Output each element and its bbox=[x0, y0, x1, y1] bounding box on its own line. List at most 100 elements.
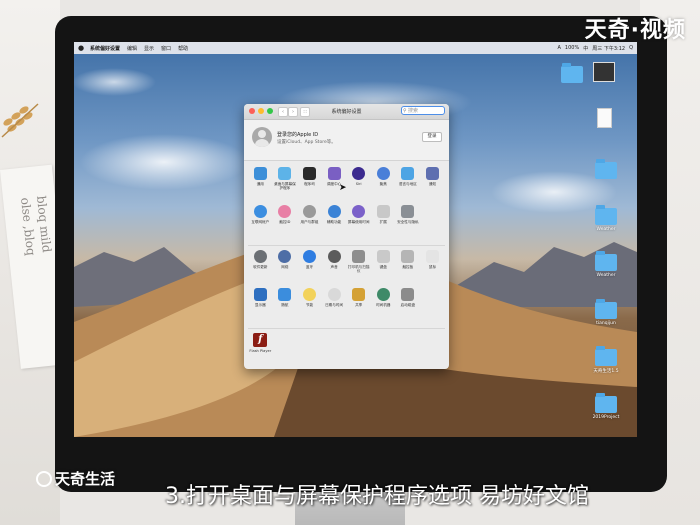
subtitle-caption: 3.打开桌面与屏幕保护程序选项 易坊好文馆 bbox=[165, 484, 589, 509]
desktop-folder-weather[interactable]: Weather bbox=[586, 205, 626, 232]
folder-icon bbox=[595, 393, 617, 413]
menu-bar: ● 系统偏好设置 编辑 显示 窗口 帮助 A 100% 中 周三 下午3:12 … bbox=[74, 42, 637, 54]
status-input-source[interactable]: A bbox=[558, 45, 561, 51]
pane-3-2[interactable]: 节能 bbox=[297, 288, 322, 326]
pane-icon bbox=[302, 288, 316, 301]
pane-1-1[interactable]: 触控ID bbox=[273, 205, 298, 243]
pane-label: 共享 bbox=[355, 303, 363, 307]
pane-icon bbox=[278, 167, 292, 180]
menu-window[interactable]: 窗口 bbox=[161, 45, 171, 52]
pane-label: 触控ID bbox=[279, 220, 291, 224]
pane-icon bbox=[278, 288, 292, 301]
pane-0-5[interactable]: 聚焦 bbox=[371, 167, 396, 205]
pane-0-0[interactable]: 通用 bbox=[248, 167, 273, 205]
search-field[interactable]: ⚲ 搜索 bbox=[401, 106, 445, 115]
desktop-folder-label: Weather bbox=[596, 227, 616, 232]
pane-label: 随航 bbox=[281, 303, 289, 307]
wheat-decoration-icon bbox=[1, 103, 39, 138]
avatar[interactable] bbox=[252, 127, 272, 147]
pane-label: 辅助功能 bbox=[326, 220, 342, 224]
pane-icon bbox=[425, 250, 439, 263]
desktop-text-file[interactable] bbox=[584, 108, 624, 128]
pane-label: 蓝牙 bbox=[305, 265, 314, 269]
screenshot-thumbnail-icon bbox=[593, 62, 615, 82]
apple-menu-icon[interactable]: ● bbox=[78, 44, 84, 52]
pane-0-4[interactable]: Siri bbox=[346, 167, 371, 205]
pane-2-7[interactable]: 鼠标 bbox=[420, 250, 445, 288]
status-battery[interactable]: 100% bbox=[565, 45, 579, 51]
pane-1-2[interactable]: 用户与群组 bbox=[297, 205, 322, 243]
pane-2-2[interactable]: 蓝牙 bbox=[297, 250, 322, 288]
pane-2-1[interactable]: 网络 bbox=[273, 250, 298, 288]
system-preferences-window: ‹ › ∷ 系统偏好设置 ⚲ 搜索 登录您的Apple ID 设置iCloud、… bbox=[244, 104, 449, 369]
pane-1-4[interactable]: 屏幕使用时间 bbox=[346, 205, 371, 243]
desktop-screenshot[interactable] bbox=[584, 62, 624, 82]
pane-1-6[interactable]: 安全性与隐私 bbox=[396, 205, 421, 243]
pane-3-4[interactable]: 共享 bbox=[346, 288, 371, 326]
pane-3-1[interactable]: 随航 bbox=[273, 288, 298, 326]
login-button[interactable]: 登录 bbox=[422, 132, 442, 142]
pane-label: 日期与时间 bbox=[325, 303, 344, 307]
pane-label: 桌面与屏幕保护程序 bbox=[274, 182, 296, 191]
pane-icon bbox=[352, 167, 366, 180]
menu-edit[interactable]: 编辑 bbox=[127, 45, 137, 52]
pane-1-3[interactable]: 辅助功能 bbox=[322, 205, 347, 243]
apple-id-title: 登录您的Apple ID bbox=[277, 132, 319, 138]
channel-logo: 天奇生活 bbox=[36, 468, 115, 489]
pane-icon bbox=[278, 205, 292, 218]
pane-0-1[interactable]: 桌面与屏幕保护程序 bbox=[273, 167, 298, 205]
pane-0-7[interactable]: 通知 bbox=[420, 167, 445, 205]
desktop-folder-weather-2[interactable]: Weather bbox=[586, 251, 626, 278]
status-clock[interactable]: 周三 下午3:12 bbox=[592, 45, 625, 52]
window-titlebar[interactable]: ‹ › ∷ 系统偏好设置 ⚲ 搜索 bbox=[244, 104, 449, 120]
menu-view[interactable]: 显示 bbox=[144, 45, 154, 52]
folder-icon bbox=[561, 63, 583, 83]
folder-icon bbox=[595, 205, 617, 225]
apple-id-subtitle: 设置iCloud、App Store等。 bbox=[277, 140, 336, 145]
pane-0-6[interactable]: 语言与地区 bbox=[396, 167, 421, 205]
logo-mark-icon bbox=[36, 470, 52, 487]
flash-player-icon: f bbox=[253, 333, 268, 347]
pane-2-0[interactable]: 软件更新 bbox=[248, 250, 273, 288]
search-icon: ⚲ bbox=[403, 108, 407, 114]
spotlight-icon[interactable]: Q bbox=[629, 45, 633, 51]
brand-watermark: 天奇·视频 bbox=[584, 18, 686, 43]
pane-label: 键盘 bbox=[379, 265, 387, 269]
pane-3-5[interactable]: 时间机器 bbox=[371, 288, 396, 326]
pane-0-2[interactable]: 程序坞 bbox=[297, 167, 322, 205]
pane-2-3[interactable]: 声音 bbox=[322, 250, 347, 288]
pane-icon bbox=[401, 288, 415, 301]
menu-app-name[interactable]: 系统偏好设置 bbox=[90, 45, 120, 52]
pane-icon bbox=[401, 205, 415, 218]
pane-3-0[interactable]: 显示器 bbox=[248, 288, 273, 326]
pane-row-other: f Flash Player bbox=[248, 333, 445, 369]
pane-icon bbox=[376, 167, 390, 180]
pane-icon bbox=[302, 205, 316, 218]
pane-label: 用户与群组 bbox=[300, 220, 319, 224]
pane-2-5[interactable]: 键盘 bbox=[371, 250, 396, 288]
pane-icon bbox=[302, 167, 316, 180]
pane-2-6[interactable]: 触控板 bbox=[396, 250, 421, 288]
pane-label: 通知 bbox=[428, 182, 437, 186]
pane-2-4[interactable]: 打印机与扫描仪 bbox=[346, 250, 371, 288]
pane-flash-player[interactable]: f Flash Player bbox=[248, 333, 273, 369]
pane-icon bbox=[327, 250, 341, 263]
desktop-folder-project[interactable]: 2019Project bbox=[586, 393, 626, 420]
status-language[interactable]: 中 bbox=[583, 45, 588, 52]
pane-icon bbox=[401, 250, 415, 263]
pane-3-6[interactable]: 启动磁盘 bbox=[396, 288, 421, 326]
desktop-folder-tianqi[interactable]: tianqijun bbox=[586, 299, 626, 326]
desktop-folder-2[interactable] bbox=[586, 159, 626, 179]
pane-icon bbox=[376, 250, 390, 263]
pane-3-3[interactable]: 日期与时间 bbox=[322, 288, 347, 326]
divider bbox=[248, 245, 445, 246]
logo-text: 天奇生活 bbox=[55, 470, 116, 488]
pane-icon bbox=[352, 250, 366, 263]
pane-1-0[interactable]: 互联网帐户 bbox=[248, 205, 273, 243]
desktop-folder-version[interactable]: 天奇生活1.5 bbox=[586, 346, 626, 374]
pane-label: 通用 bbox=[256, 182, 264, 186]
pane-1-5[interactable]: 扩展 bbox=[371, 205, 396, 243]
menu-help[interactable]: 帮助 bbox=[178, 45, 188, 52]
pane-icon bbox=[327, 205, 341, 218]
pane-label: 网络 bbox=[281, 265, 289, 269]
